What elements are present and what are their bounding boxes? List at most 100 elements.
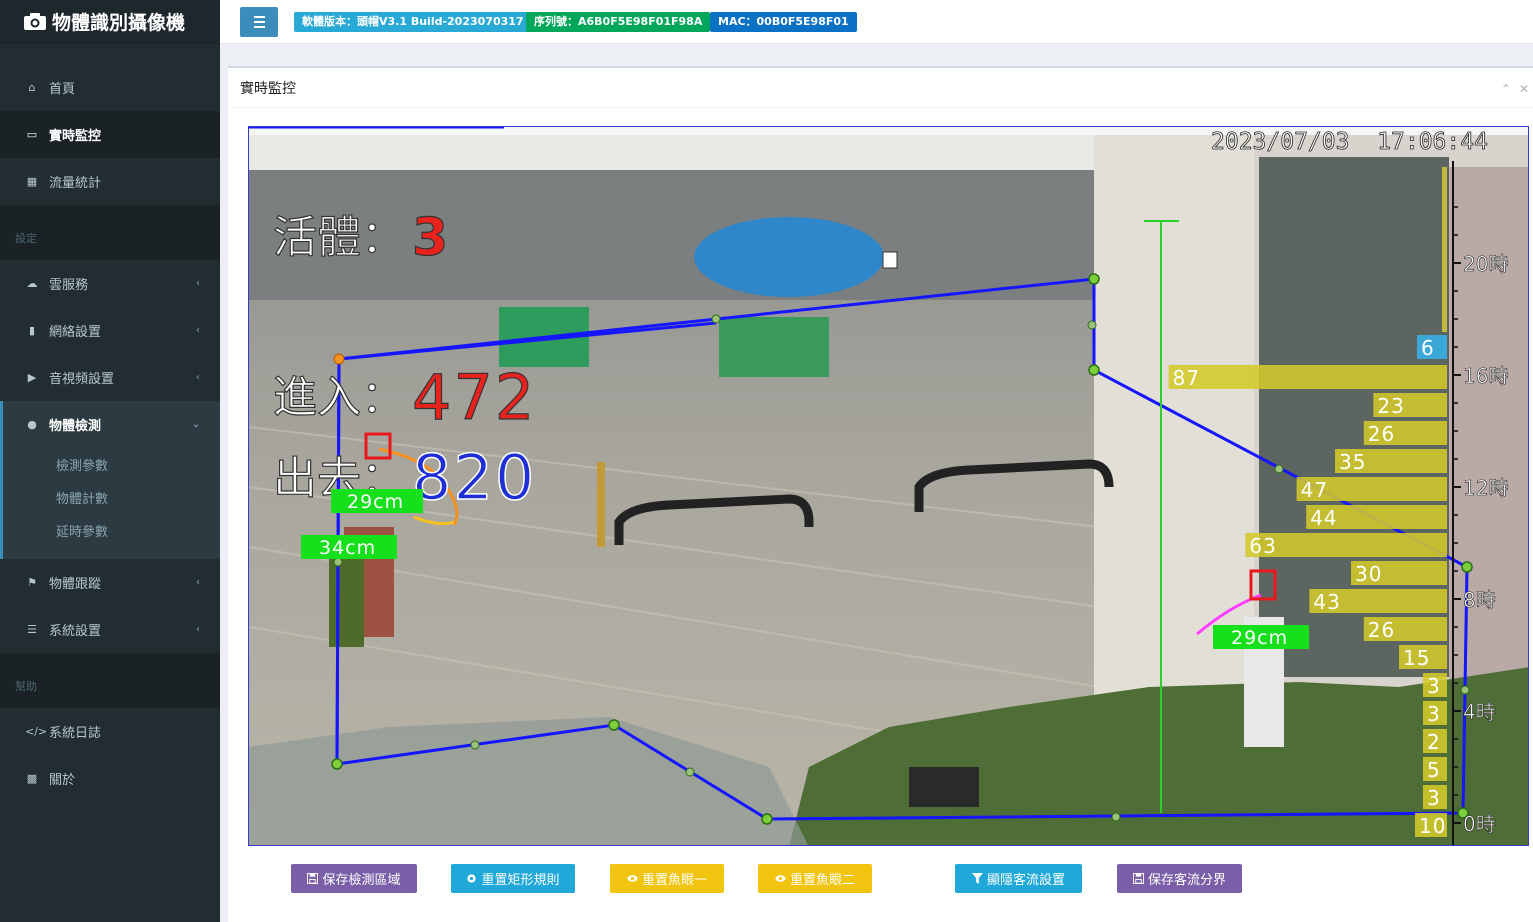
hour-label: 0時 bbox=[1463, 812, 1496, 836]
sidebar-item-home[interactable]: ⌂ 首頁 bbox=[0, 64, 220, 111]
chevron-left-icon: ‹ bbox=[196, 278, 200, 289]
save-traffic-boundary-button[interactable]: 保存客流分界 bbox=[1117, 864, 1242, 893]
sidebar-item-label: 首頁 bbox=[49, 82, 76, 97]
home-icon: ⌂ bbox=[28, 81, 36, 94]
close-icon[interactable]: ✕ bbox=[1519, 82, 1529, 96]
sidebar-item-label: 雲服務 bbox=[49, 278, 89, 293]
sidebar-item-av[interactable]: ▶ 音視頻設置 ‹ bbox=[0, 354, 220, 401]
sub-item-delay-params[interactable]: 延時參數 bbox=[3, 514, 220, 547]
histogram-strip bbox=[1442, 167, 1447, 332]
size-tag: 29cm bbox=[1231, 627, 1288, 649]
alive-count: 3 bbox=[412, 208, 448, 268]
video-stream[interactable]: 活體： 3 進入： 472 出去： 820 2023/07/03 17:06:4… bbox=[248, 126, 1529, 846]
submenu-object-detect: 檢測參數 物體計數 延時參數 bbox=[0, 448, 220, 559]
panel-header: 實時監控 bbox=[228, 68, 1533, 108]
section-settings-header: 設定 bbox=[0, 216, 220, 260]
sidebar-item-about[interactable]: ▩ 關於 bbox=[0, 755, 220, 802]
hour-label: 4時 bbox=[1463, 700, 1496, 724]
sidebar-toggle-button[interactable] bbox=[240, 7, 278, 37]
video-icon: ▶ bbox=[27, 371, 37, 384]
sidebar-item-cloud[interactable]: ☁ 雲服務 ‹ bbox=[0, 260, 220, 307]
reset-rect-rule-button[interactable]: 重置矩形規則 bbox=[451, 864, 575, 893]
reset-fisheye-2-button[interactable]: 重置魚眼二 bbox=[758, 864, 872, 893]
save-icon bbox=[307, 873, 319, 884]
size-tag: 29cm bbox=[347, 491, 404, 513]
button-label: 重置魚眼二 bbox=[789, 873, 855, 888]
save-detect-area-button[interactable]: 保存檢測區域 bbox=[291, 864, 417, 893]
signal-icon: ▮ bbox=[28, 324, 36, 337]
histogram-bar-label: 23 bbox=[1377, 394, 1404, 418]
toggle-traffic-settings-button[interactable]: 顯隱客流設置 bbox=[955, 864, 1082, 893]
chevron-left-icon: ‹ bbox=[196, 624, 200, 635]
camera-icon bbox=[24, 13, 46, 30]
filter-icon bbox=[971, 873, 983, 884]
histogram-bar bbox=[1168, 365, 1447, 389]
histogram-bar-label: 3 bbox=[1427, 702, 1441, 726]
sub-item-detect-params[interactable]: 檢測參數 bbox=[3, 448, 220, 481]
histogram-bar-label: 26 bbox=[1368, 422, 1395, 446]
sidebar-item-label: 物體跟蹤 bbox=[49, 577, 102, 592]
sidebar-item-object-detect[interactable]: ● 物體檢測 ⌄ bbox=[0, 401, 220, 448]
video-canvas[interactable]: 活體： 3 進入： 472 出去： 820 2023/07/03 17:06:4… bbox=[249, 127, 1529, 846]
sidebar-item-object-track[interactable]: ⚑ 物體跟蹤 ‹ bbox=[0, 559, 220, 606]
histogram-bar-label: 3 bbox=[1427, 786, 1441, 810]
app-title: 物體識別攝像機 bbox=[52, 12, 186, 34]
histogram-bar-label: 43 bbox=[1313, 590, 1340, 614]
sidebar-item-system-settings[interactable]: ☰ 系統設置 ‹ bbox=[0, 606, 220, 653]
reset-fisheye-1-button[interactable]: 重置魚眼一 bbox=[610, 864, 724, 893]
histogram-bar-label: 15 bbox=[1403, 646, 1430, 670]
monitor-icon: ▭ bbox=[26, 128, 38, 141]
hour-label: 12時 bbox=[1463, 476, 1508, 500]
hour-label: 20時 bbox=[1463, 252, 1508, 276]
histogram-bar-label: 6 bbox=[1421, 336, 1434, 360]
histogram-bar-label: 47 bbox=[1301, 478, 1328, 502]
eye-icon bbox=[775, 875, 786, 882]
video-timestamp: 2023/07/03 17:06:44 bbox=[1211, 129, 1488, 155]
cloud-icon: ☁ bbox=[26, 277, 38, 290]
button-label: 重置魚眼一 bbox=[641, 873, 707, 888]
sidebar-item-system-log[interactable]: </> 系統日誌 bbox=[0, 708, 220, 755]
hamburger-icon bbox=[253, 26, 265, 28]
histogram-bar-label: 3 bbox=[1427, 674, 1441, 698]
panel-title: 實時監控 bbox=[240, 80, 296, 97]
chevron-left-icon: ‹ bbox=[196, 372, 200, 383]
histogram-bar-label: 2 bbox=[1427, 730, 1441, 754]
calendar-icon: ▦ bbox=[26, 175, 38, 188]
collapse-icon[interactable]: ⌃ bbox=[1501, 82, 1511, 96]
histogram-bar-label: 44 bbox=[1310, 506, 1337, 530]
software-version-badge: 軟體版本：頭帽V3.1 Build-2023070317 bbox=[294, 12, 532, 32]
hamburger-icon bbox=[253, 21, 265, 23]
sub-item-object-count[interactable]: 物體計數 bbox=[3, 481, 220, 514]
hamburger-icon bbox=[253, 16, 265, 18]
list-icon: ☰ bbox=[27, 623, 37, 636]
chevron-left-icon: ‹ bbox=[196, 577, 200, 588]
qrcode-icon: ▩ bbox=[26, 772, 38, 785]
gear-icon bbox=[467, 874, 477, 883]
histogram-bar-label: 5 bbox=[1427, 758, 1441, 782]
apple-icon: ● bbox=[27, 418, 37, 431]
sidebar-item-live-monitor[interactable]: ▭ 實時監控 bbox=[0, 111, 220, 158]
serial-number-badge: 序列號：A6B0F5E98F01F98A bbox=[526, 12, 711, 32]
histogram-bar-label: 10 bbox=[1419, 814, 1446, 838]
mac-badge: MAC：00B0F5E98F01 bbox=[710, 12, 857, 32]
panel-tools: ⌃ ✕ bbox=[1501, 82, 1529, 96]
button-label: 保存客流分界 bbox=[1147, 873, 1226, 888]
flag-icon: ⚑ bbox=[27, 576, 37, 589]
eye-icon bbox=[627, 875, 638, 882]
code-icon: </> bbox=[25, 725, 48, 738]
alive-label: 活體： bbox=[273, 212, 405, 263]
histogram-bar-label: 35 bbox=[1339, 450, 1366, 474]
sidebar-item-label: 關於 bbox=[49, 773, 76, 788]
size-tag: 34cm bbox=[319, 537, 376, 559]
sidebar-item-network[interactable]: ▮ 網絡設置 ‹ bbox=[0, 307, 220, 354]
sidebar-item-label: 實時監控 bbox=[49, 129, 102, 144]
sidebar-item-label: 系統日誌 bbox=[49, 726, 102, 741]
sidebar-item-traffic-stats[interactable]: ▦ 流量統計 bbox=[0, 158, 220, 205]
sidebar-item-label: 流量統計 bbox=[49, 176, 102, 191]
button-label: 重置矩形規則 bbox=[481, 873, 560, 888]
chevron-down-icon: ⌄ bbox=[191, 419, 200, 430]
hour-label: 8時 bbox=[1463, 588, 1496, 612]
chevron-left-icon: ‹ bbox=[196, 325, 200, 336]
button-label: 保存檢測區域 bbox=[322, 873, 401, 888]
brand[interactable]: 物體識別攝像機 bbox=[0, 0, 220, 44]
